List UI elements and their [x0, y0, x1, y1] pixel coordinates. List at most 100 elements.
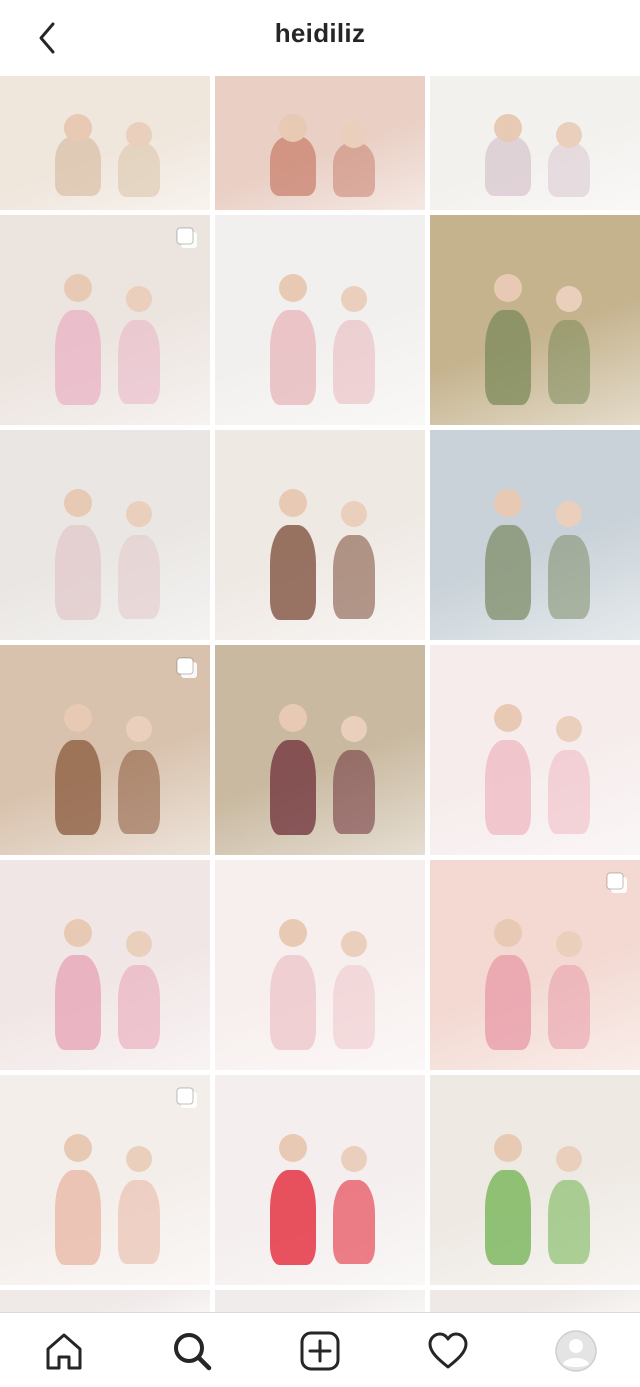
photo-subject — [548, 750, 590, 834]
post-thumbnail[interactable] — [430, 1075, 640, 1285]
post-thumbnail[interactable] — [0, 76, 210, 210]
post-thumbnail[interactable] — [0, 215, 210, 425]
photo-subject-head — [279, 919, 307, 947]
post-thumbnail[interactable] — [215, 1290, 425, 1312]
photo-subject — [333, 1180, 375, 1264]
photo-subject — [55, 525, 101, 620]
photo-subject — [118, 750, 160, 834]
photo-subject-head — [279, 274, 307, 302]
photo-subject-head — [556, 716, 582, 742]
post-thumbnail[interactable] — [430, 76, 640, 210]
photo-subject — [270, 136, 316, 196]
add-post-icon — [300, 1331, 340, 1371]
photo-subject — [55, 740, 101, 835]
photo-subject — [548, 143, 590, 197]
photo-subject — [270, 525, 316, 620]
photo-subject-head — [126, 931, 152, 957]
photo-subject-head — [126, 122, 152, 148]
photo-subject-head — [494, 1134, 522, 1162]
post-grid — [0, 76, 640, 1312]
photo-subject-head — [126, 716, 152, 742]
photo-subject-head — [279, 704, 307, 732]
photo-subject — [485, 1170, 531, 1265]
photo-subject — [118, 1180, 160, 1264]
photo-subject — [333, 965, 375, 1049]
photo-subject-head — [279, 489, 307, 517]
home-icon — [46, 1333, 82, 1370]
photo-subject — [270, 955, 316, 1050]
photo-subject — [118, 320, 160, 404]
photo-subject-head — [64, 919, 92, 947]
photo-subject — [333, 143, 375, 197]
photo-subject — [118, 965, 160, 1049]
post-thumbnail[interactable] — [0, 1075, 210, 1285]
multiple-photos-icon — [176, 1087, 197, 1108]
post-thumbnail[interactable] — [215, 76, 425, 210]
post-thumbnail[interactable] — [0, 860, 210, 1070]
nav-new-post[interactable] — [294, 1325, 346, 1377]
post-thumbnail[interactable] — [215, 215, 425, 425]
photo-subject — [485, 525, 531, 620]
photo-subject — [485, 740, 531, 835]
photo-subject — [270, 740, 316, 835]
photo-subject-head — [341, 931, 367, 957]
photo-subject-head — [64, 704, 92, 732]
post-thumbnail[interactable] — [0, 430, 210, 640]
photo-subject-head — [556, 501, 582, 527]
photo-subject-head — [341, 501, 367, 527]
photo-subject-head — [279, 1134, 307, 1162]
photo-subject-head — [126, 501, 152, 527]
post-thumbnail[interactable] — [215, 430, 425, 640]
top-bar: heidiliz — [0, 0, 640, 76]
photo-subject-head — [341, 1146, 367, 1172]
photo-subject — [55, 955, 101, 1050]
photo-subject — [548, 535, 590, 619]
photo-subject — [548, 1180, 590, 1264]
photo-subject-head — [64, 114, 92, 142]
photo-subject-head — [126, 1146, 152, 1172]
post-thumbnail[interactable] — [0, 645, 210, 855]
photo-subject — [548, 965, 590, 1049]
post-thumbnail[interactable] — [430, 430, 640, 640]
photo-subject-head — [494, 919, 522, 947]
photo-subject-head — [494, 114, 522, 142]
post-thumbnail[interactable] — [215, 1075, 425, 1285]
post-thumbnail[interactable] — [430, 860, 640, 1070]
photo-subject — [485, 310, 531, 405]
search-icon — [174, 1333, 212, 1371]
profile-avatar-icon — [555, 1330, 597, 1372]
post-thumbnail[interactable] — [430, 215, 640, 425]
bottom-nav — [0, 1312, 640, 1387]
photo-subject — [548, 320, 590, 404]
photo-subject — [55, 1170, 101, 1265]
photo-subject — [270, 1170, 316, 1265]
nav-activity[interactable] — [422, 1325, 474, 1377]
heart-icon — [428, 1332, 468, 1369]
post-thumbnail[interactable] — [430, 1290, 640, 1312]
photo-subject-head — [494, 489, 522, 517]
photo-subject — [270, 310, 316, 405]
photo-subject-head — [556, 122, 582, 148]
photo-subject-head — [341, 716, 367, 742]
photo-subject — [333, 320, 375, 404]
nav-search[interactable] — [166, 1325, 218, 1377]
nav-profile[interactable] — [550, 1325, 602, 1377]
post-thumbnail[interactable] — [215, 645, 425, 855]
nav-home[interactable] — [38, 1325, 90, 1377]
photo-subject — [118, 143, 160, 197]
photo-subject-head — [64, 274, 92, 302]
photo-subject — [55, 310, 101, 405]
photo-subject-head — [556, 1146, 582, 1172]
photo-subject — [485, 955, 531, 1050]
post-thumbnail[interactable] — [0, 1290, 210, 1312]
photo-subject-head — [556, 286, 582, 312]
post-thumbnail[interactable] — [215, 860, 425, 1070]
photo-subject-head — [556, 931, 582, 957]
page-title: heidiliz — [274, 18, 366, 48]
post-thumbnail[interactable] — [430, 645, 640, 855]
photo-subject-head — [494, 274, 522, 302]
photo-subject-head — [64, 1134, 92, 1162]
photo-subject — [333, 750, 375, 834]
multiple-photos-icon — [176, 227, 197, 248]
photo-subject-head — [279, 114, 307, 142]
